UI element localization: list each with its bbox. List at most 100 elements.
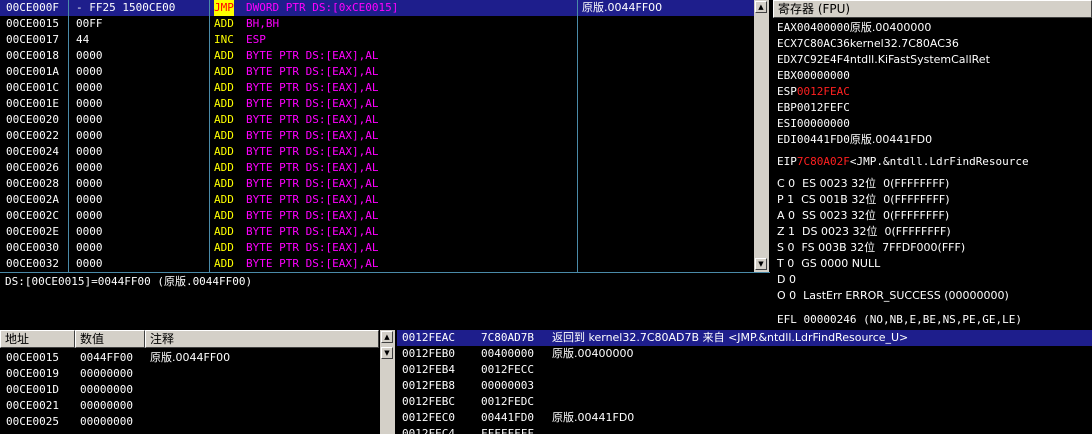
disasm-mnemonic: ADD xyxy=(214,17,234,30)
register-row[interactable]: EBP0012FEFC xyxy=(777,100,850,116)
stack-row[interactable]: 0012FEB0 00400000 原版.00400000 xyxy=(397,346,1092,362)
flag-row[interactable]: S 0 FS 003B 32位 7FFDF000(FFF) xyxy=(777,240,965,256)
disasm-mnemonic: ADD xyxy=(214,97,234,110)
dump-pane[interactable]: 地址 数值 注释 00CE0015 0044FF00 原版.0044FF00 00CE… xyxy=(0,330,379,434)
scroll-up-icon[interactable]: ▲ xyxy=(755,1,767,13)
disasm-row[interactable]: 00CE0022 0000 ADD BYTE PTR DS:[EAX],AL xyxy=(0,128,754,144)
register-row-eip[interactable]: EIP7C80A02F<JMP.&ntdll.LdrFindResource xyxy=(777,154,1029,170)
stack-row[interactable]: 0012FEAC 7C80AD7B 返回到 kernel32.7C80AD7B 来自… xyxy=(397,330,1092,346)
register-row[interactable]: EDX7C92E4F4ntdll.KiFastSystemCallRet xyxy=(777,52,990,68)
scroll-down-icon[interactable]: ▼ xyxy=(755,258,767,270)
stack-value: 0012FEDC xyxy=(481,395,534,408)
disasm-divider[interactable] xyxy=(68,0,69,272)
registers-title[interactable]: 寄存器 (FPU) xyxy=(773,0,1092,18)
dump-scrollbar[interactable]: ▲ ▼ xyxy=(380,330,395,434)
disasm-row[interactable]: 00CE002A 0000 ADD BYTE PTR DS:[EAX],AL xyxy=(0,192,754,208)
dump-value: 00000000 xyxy=(80,383,133,396)
disasm-hex: 0000 xyxy=(76,225,103,238)
disasm-operands: ESP xyxy=(246,33,266,46)
disasm-row[interactable]: 00CE0024 0000 ADD BYTE PTR DS:[EAX],AL xyxy=(0,144,754,160)
stack-address: 0012FEB0 xyxy=(402,347,455,360)
disasm-row[interactable]: 00CE001A 0000 ADD BYTE PTR DS:[EAX],AL xyxy=(0,64,754,80)
disasm-row[interactable]: 00CE0015 00FF ADD BH,BH xyxy=(0,16,754,32)
disasm-row[interactable]: 00CE0028 0000 ADD BYTE PTR DS:[EAX],AL xyxy=(0,176,754,192)
dump-row[interactable]: 00CE0021 00000000 xyxy=(0,398,379,414)
stack-row[interactable]: 0012FEB4 0012FECC xyxy=(397,362,1092,378)
flag-row[interactable]: P 1 CS 001B 32位 0(FFFFFFFF) xyxy=(777,192,950,208)
register-row[interactable]: ECX7C80AC36kernel32.7C80AC36 xyxy=(777,36,959,52)
disasm-row[interactable]: 00CE0017 44 INC ESP xyxy=(0,32,754,48)
stack-pane[interactable]: 0012FEAC 7C80AD7B 返回到 kernel32.7C80AD7B 来自… xyxy=(397,330,1092,434)
disasm-row[interactable]: 00CE000F - FF25 1500CE00 JMP DWORD PTR DS:[… xyxy=(0,0,754,16)
register-row[interactable]: EAX00400000原版.00400000 xyxy=(777,20,931,36)
disasm-scrollbar[interactable]: ▲ ▼ xyxy=(754,0,769,272)
info-pane[interactable]: DS:[00CE0015]=0044FF00 (原版.0044FF00) xyxy=(0,272,770,326)
disasm-row[interactable]: 00CE001C 0000 ADD BYTE PTR DS:[EAX],AL xyxy=(0,80,754,96)
flag-row[interactable]: A 0 SS 0023 32位 0(FFFFFFFF) xyxy=(777,208,949,224)
flag-row[interactable]: Z 1 DS 0023 32位 0(FFFFFFFF) xyxy=(777,224,951,240)
disasm-hex: 0000 xyxy=(76,81,103,94)
scroll-up-icon[interactable]: ▲ xyxy=(381,331,393,343)
disasm-row[interactable]: 00CE002E 0000 ADD BYTE PTR DS:[EAX],AL xyxy=(0,224,754,240)
register-value: 7C80A02F xyxy=(796,155,850,168)
register-name: EIP xyxy=(777,155,797,168)
disasm-mnemonic: ADD xyxy=(214,65,234,78)
register-comment: ntdll.KiFastSystemCallRet xyxy=(849,53,990,66)
register-row[interactable]: ESP0012FEAC xyxy=(777,84,850,100)
dump-address: 00CE0021 xyxy=(6,399,59,412)
flag-row[interactable]: C 0 ES 0023 32位 0(FFFFFFFF) xyxy=(777,176,949,192)
dump-header-value[interactable]: 数值 xyxy=(75,330,145,348)
disasm-row[interactable]: 00CE0020 0000 ADD BYTE PTR DS:[EAX],AL xyxy=(0,112,754,128)
register-row[interactable]: ESI00000000 xyxy=(777,116,850,132)
disasm-operands: BYTE PTR DS:[EAX],AL xyxy=(246,81,379,94)
disasm-hex: 0000 xyxy=(76,257,103,270)
dump-row[interactable]: 00CE001D 00000000 xyxy=(0,382,379,398)
disasm-divider[interactable] xyxy=(577,0,578,272)
dump-header-comment[interactable]: 注释 xyxy=(145,330,379,348)
register-value: 0012FEAC xyxy=(796,85,850,98)
stack-comment: 返回到 kernel32.7C80AD7B 来自 <JMP.&ntdll.Ldr… xyxy=(552,331,909,344)
register-row[interactable]: EBX00000000 xyxy=(777,68,850,84)
stack-row[interactable]: 0012FEB8 00000003 xyxy=(397,378,1092,394)
register-comment: 原版.00400000 xyxy=(849,21,932,34)
disasm-divider[interactable] xyxy=(209,0,210,272)
register-row[interactable]: EDI00441FD0原版.00441FD0 xyxy=(777,132,932,148)
disassembly-pane[interactable]: 00CE000F - FF25 1500CE00 JMP DWORD PTR DS:[… xyxy=(0,0,754,272)
disasm-row[interactable]: 00CE002C 0000 ADD BYTE PTR DS:[EAX],AL xyxy=(0,208,754,224)
disasm-mnemonic: ADD xyxy=(214,161,234,174)
disasm-hex: 0000 xyxy=(76,113,103,126)
disasm-operands: DWORD PTR DS:[0xCE0015] xyxy=(246,1,399,14)
disasm-address: 00CE0030 xyxy=(6,241,59,254)
stack-address: 0012FEB4 xyxy=(402,363,455,376)
flag-row[interactable]: O 0 LastErr ERROR_SUCCESS (00000000) xyxy=(777,288,1009,304)
disasm-address: 00CE0022 xyxy=(6,129,59,142)
dump-header-address[interactable]: 地址 xyxy=(0,330,75,348)
flag-text: D 0 xyxy=(777,273,796,286)
dump-row[interactable]: 00CE0019 00000000 xyxy=(0,366,379,382)
stack-row[interactable]: 0012FEC0 00441FD0 原版.00441FD0 xyxy=(397,410,1092,426)
disasm-row[interactable]: 00CE0026 0000 ADD BYTE PTR DS:[EAX],AL xyxy=(0,160,754,176)
disasm-row[interactable]: 00CE0030 0000 ADD BYTE PTR DS:[EAX],AL xyxy=(0,240,754,256)
disasm-hex: 44 xyxy=(76,33,90,46)
disasm-mnemonic: ADD xyxy=(214,145,234,158)
flag-row[interactable]: D 0 xyxy=(777,272,796,288)
disasm-row[interactable]: 00CE0018 0000 ADD BYTE PTR DS:[EAX],AL xyxy=(0,48,754,64)
dump-row[interactable]: 00CE0015 0044FF00 原版.0044FF00 xyxy=(0,350,379,366)
eflags-row[interactable]: EFL 00000246 (NO,NB,E,BE,NS,PE,GE,LE) xyxy=(777,312,1022,328)
stack-row[interactable]: 0012FEBC 0012FEDC xyxy=(397,394,1092,410)
stack-value: 0012FECC xyxy=(481,363,534,376)
stack-row[interactable]: 0012FEC4 FFFFFFFF xyxy=(397,426,1092,434)
registers-pane[interactable]: 寄存器 (FPU) EAX00400000原版.00400000 ECX7C80A… xyxy=(773,0,1092,329)
disasm-hex: 00FF xyxy=(76,17,103,30)
scroll-down-icon[interactable]: ▼ xyxy=(381,347,393,359)
disasm-address: 00CE0020 xyxy=(6,113,59,126)
dump-row[interactable]: 00CE0025 00000000 xyxy=(0,414,379,430)
flag-text: A 0 SS 0023 32位 0(FFFFFFFF) xyxy=(777,209,950,222)
disasm-address: 00CE000F xyxy=(6,1,59,14)
disasm-row[interactable]: 00CE001E 0000 ADD BYTE PTR DS:[EAX],AL xyxy=(0,96,754,112)
register-comment: 原版.00441FD0 xyxy=(849,133,933,146)
register-name: EAX xyxy=(777,21,797,34)
disasm-row[interactable]: 00CE0032 0000 ADD BYTE PTR DS:[EAX],AL xyxy=(0,256,754,272)
flag-row[interactable]: T 0 GS 0000 NULL xyxy=(777,256,880,272)
register-value: 00441FD0 xyxy=(796,133,850,146)
